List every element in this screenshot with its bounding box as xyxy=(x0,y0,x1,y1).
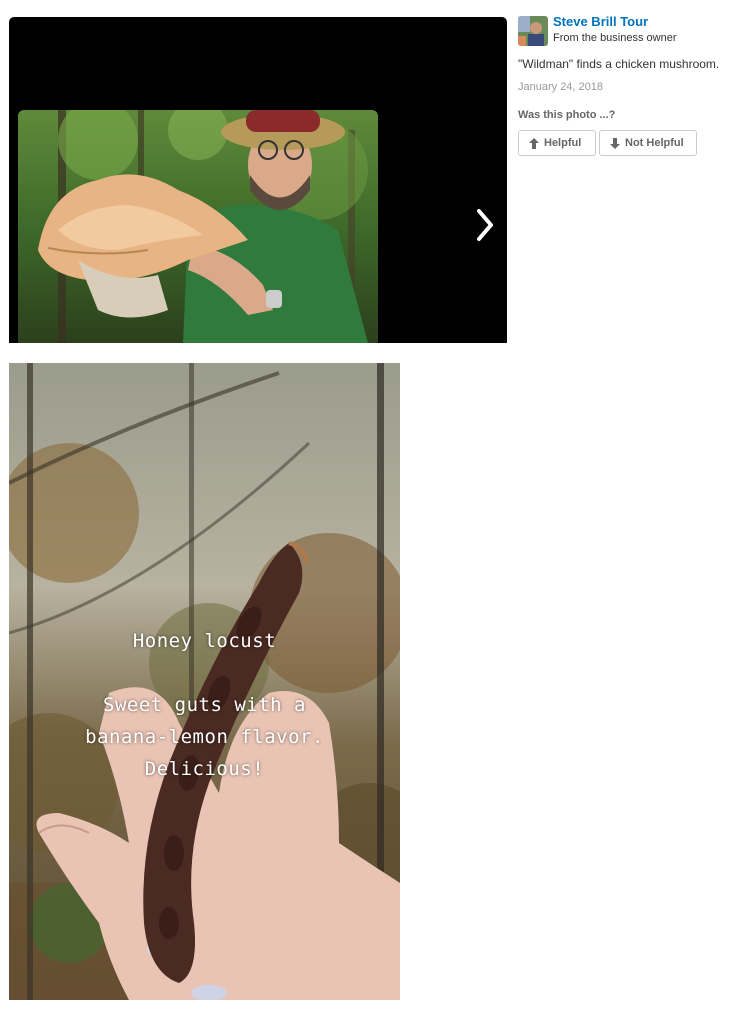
mushroom-photo[interactable] xyxy=(18,110,378,343)
overlay-title: Honey locust xyxy=(132,630,277,652)
photo-info-panel: Steve Brill Tour From the business owner… xyxy=(518,14,745,156)
arrow-down-icon xyxy=(610,137,620,149)
vote-buttons: Helpful Not Helpful xyxy=(518,130,745,156)
helpful-label: Helpful xyxy=(544,137,582,149)
owner-block: Steve Brill Tour From the business owner xyxy=(518,14,745,46)
overlay-line: banana-lemon flavor. xyxy=(85,726,324,748)
arrow-up-icon xyxy=(529,137,539,149)
next-photo-button[interactable] xyxy=(471,203,499,247)
photo-viewer xyxy=(9,17,507,343)
owner-name-link[interactable]: Steve Brill Tour xyxy=(553,14,677,30)
not-helpful-button[interactable]: Not Helpful xyxy=(599,130,697,156)
helpful-question: Was this photo ...? xyxy=(518,109,616,121)
avatar[interactable] xyxy=(518,16,548,46)
overlay-line: Sweet guts with a xyxy=(103,694,306,716)
not-helpful-label: Not Helpful xyxy=(625,137,684,149)
owner-role: From the business owner xyxy=(553,32,677,44)
overlay-line: Delicious! xyxy=(144,758,265,780)
honey-locust-photo[interactable]: Honey locust Sweet guts with a banana-le… xyxy=(9,363,400,1000)
chevron-right-icon xyxy=(477,209,493,241)
helpful-button[interactable]: Helpful xyxy=(518,130,596,156)
photo-date: January 24, 2018 xyxy=(518,81,604,93)
photo-caption: "Wildman" finds a chicken mushroom. xyxy=(518,57,720,71)
